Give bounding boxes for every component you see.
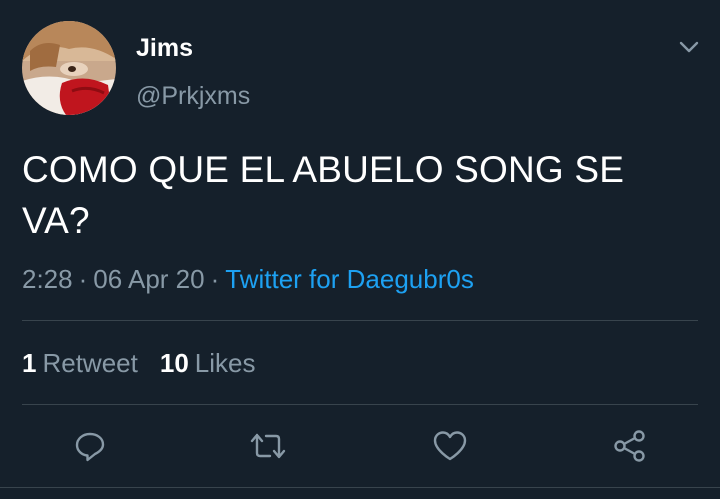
tweet-text: COMO QUE EL ABUELO SONG SE VA? xyxy=(22,149,625,241)
reply-icon[interactable] xyxy=(68,424,112,468)
tweet-detail: Jims @Prkjxms COMO QUE EL ABUELO SONG SE… xyxy=(0,0,720,499)
display-name[interactable]: Jims xyxy=(136,32,193,64)
tweet-stats: 1 Retweet 10 Likes xyxy=(22,346,255,380)
meta-separator: · xyxy=(78,264,88,294)
retweets-stat[interactable]: 1 Retweet xyxy=(22,348,138,378)
meta-separator: · xyxy=(210,264,220,294)
retweet-icon[interactable] xyxy=(246,424,290,468)
likes-count: 10 xyxy=(159,348,189,378)
heart-icon[interactable] xyxy=(428,424,472,468)
retweets-count: 1 xyxy=(22,348,37,378)
tweet-meta: 2:28 · 06 Apr 20 · Twitter for Daegubr0s xyxy=(22,262,474,296)
likes-label: Likes xyxy=(194,348,256,378)
divider xyxy=(22,320,698,321)
tweet-source-link[interactable]: Twitter for Daegubr0s xyxy=(225,264,474,294)
action-bar xyxy=(0,424,720,468)
divider xyxy=(22,404,698,405)
tweet-date: 06 Apr 20 xyxy=(93,264,205,294)
avatar[interactable] xyxy=(22,21,116,115)
share-icon[interactable] xyxy=(608,424,652,468)
retweets-label: Retweet xyxy=(42,348,138,378)
tweet-time: 2:28 xyxy=(22,264,73,294)
chevron-down-icon[interactable] xyxy=(676,34,702,60)
user-handle[interactable]: @Prkjxms xyxy=(136,80,250,112)
likes-stat[interactable]: 10 Likes xyxy=(160,348,256,378)
divider xyxy=(0,487,720,488)
avatar-image xyxy=(22,21,116,115)
